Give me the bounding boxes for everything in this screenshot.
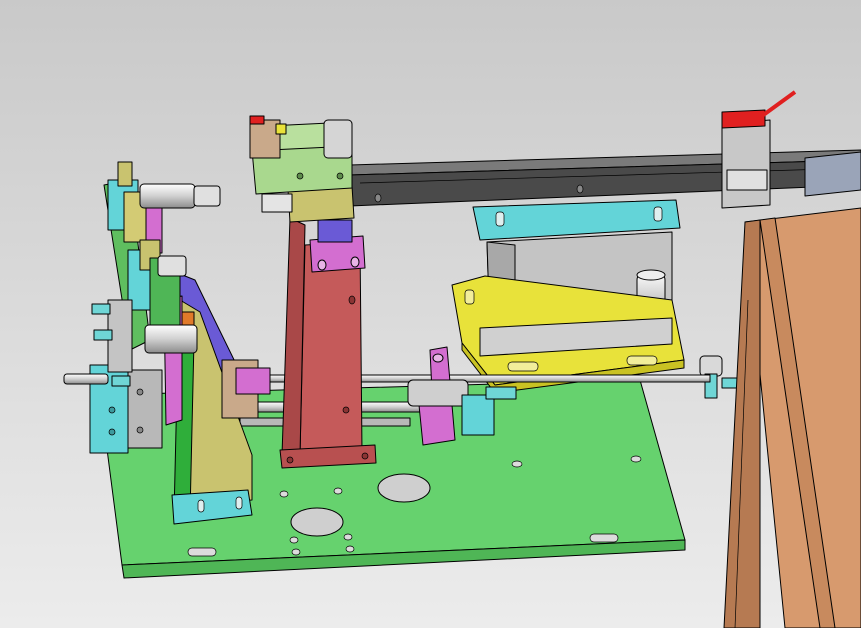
yellow-slot (507, 361, 539, 372)
base-hole-small (630, 455, 642, 463)
pillar-hole (348, 295, 356, 305)
gripper-pin-cap (636, 269, 666, 281)
cyan-fitting-left (91, 303, 111, 315)
red-handle-base (721, 109, 766, 129)
lower-cylinder-rod (63, 373, 109, 385)
magenta-bracket-hole (432, 353, 444, 363)
head-base-white (261, 193, 293, 213)
base-hole-small (345, 545, 355, 553)
magenta-small-block (235, 367, 271, 395)
gray-lower-block (127, 369, 163, 449)
cyan-fitting (485, 386, 517, 400)
pillar-hole (286, 456, 294, 464)
yellow-slot (464, 289, 475, 305)
bracket-hole (317, 259, 327, 271)
block-hole (108, 406, 116, 414)
upper-cylinder-nut (193, 185, 221, 207)
pillar-front (299, 241, 363, 456)
wooden-table (723, 207, 861, 628)
lower-cylinder (144, 324, 198, 354)
foot-slot (197, 499, 205, 513)
base-hole-small (511, 460, 523, 468)
mount-slot (653, 206, 663, 222)
base-hole-large-1 (377, 473, 431, 503)
upper-cylinder (139, 183, 196, 209)
cyan-fitting-left-2 (93, 329, 113, 341)
head-gray-cylinder (323, 119, 353, 159)
head-red-tab (249, 115, 265, 125)
foot-slot (235, 496, 243, 510)
cad-assembly-view (0, 0, 861, 628)
clamp-cylinder (407, 379, 469, 407)
rail-bolt (374, 193, 382, 203)
head-hole (296, 172, 304, 180)
base-hole-small (289, 536, 299, 544)
bracket-hole (350, 256, 360, 268)
head-hole (336, 172, 344, 180)
base-hole-large-2 (290, 507, 344, 537)
cyan-block-small (461, 394, 495, 436)
khaki-upper-block (117, 161, 133, 187)
base-hole-small (333, 487, 343, 495)
base-hole-small (343, 533, 353, 541)
yellow-slot (626, 355, 658, 366)
head-yellow-tab (275, 123, 287, 135)
pillar-hole (342, 406, 350, 414)
base-slot (187, 547, 217, 557)
violet-cap (317, 219, 353, 243)
mount-slot (495, 211, 505, 227)
base-slot (589, 533, 619, 543)
block-hole (108, 428, 116, 436)
block-hole (136, 426, 144, 434)
rail-end-block (804, 151, 861, 197)
base-hole-small (279, 490, 289, 498)
rail-bolt (576, 184, 584, 194)
base-hole-small (291, 548, 301, 556)
block-hole (136, 388, 144, 396)
mid-cylinder (157, 255, 187, 277)
pillar-hole (361, 452, 369, 460)
fitting-body (699, 355, 723, 377)
top-head-block (249, 115, 355, 223)
carriage-clamp (726, 169, 768, 191)
carriage-body (721, 119, 771, 209)
cyan-fitting-left-3 (111, 375, 131, 387)
